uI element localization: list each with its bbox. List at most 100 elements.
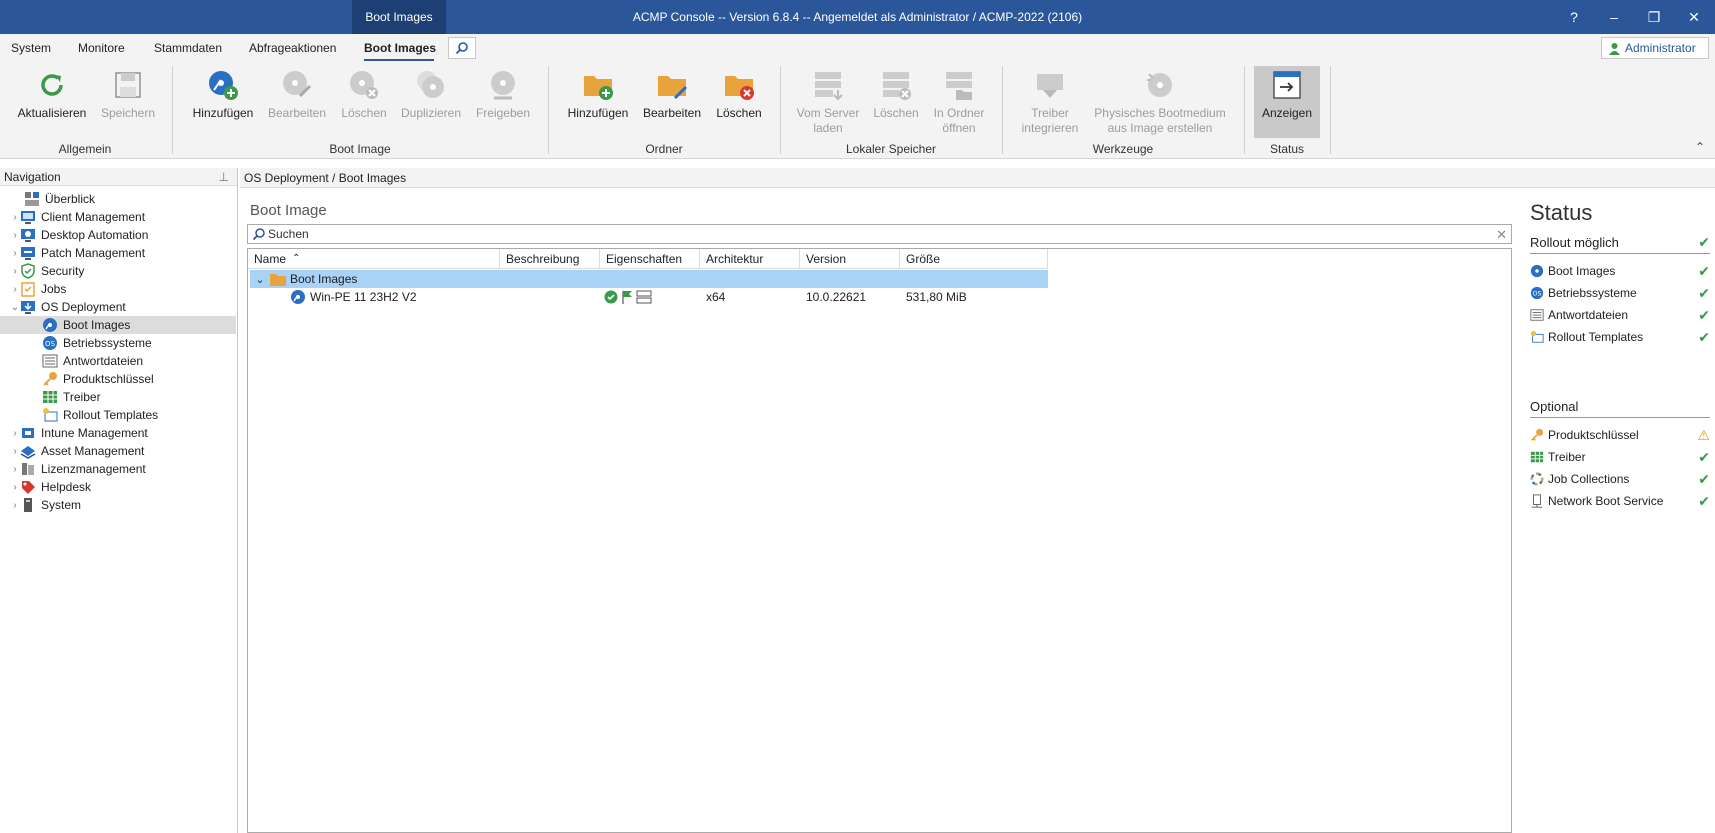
collapse-ribbon-icon[interactable]: ⌃ (1695, 140, 1705, 154)
chevron-right-icon[interactable]: › (10, 266, 20, 277)
nav-item-ueberblick[interactable]: Überblick (0, 190, 236, 208)
asset-icon (20, 446, 36, 459)
delete-folder-button[interactable]: Löschen (712, 66, 766, 138)
column-header-groesse[interactable]: Größe (900, 249, 1048, 269)
menu-stammdaten[interactable]: Stammdaten (154, 41, 222, 55)
add-boot-image-button[interactable]: Hinzufügen (188, 66, 258, 138)
nav-item-helpdesk[interactable]: › Helpdesk (0, 478, 236, 496)
column-header-architektur[interactable]: Architektur (700, 249, 800, 269)
check-icon: ✔ (1698, 262, 1710, 279)
chevron-right-icon[interactable]: › (10, 500, 20, 511)
chevron-right-icon[interactable]: › (10, 446, 20, 457)
clear-search-icon[interactable]: ✕ (1496, 227, 1507, 243)
nav-item-asset-management[interactable]: › Asset Management (0, 442, 236, 460)
column-header-beschreibung[interactable]: Beschreibung (500, 249, 600, 269)
nav-item-patch-management[interactable]: › Patch Management (0, 244, 236, 262)
driver-icon (1530, 451, 1544, 463)
nav-item-produktschluessel[interactable]: Produktschlüssel (0, 370, 236, 388)
chevron-right-icon[interactable]: › (10, 482, 20, 493)
nav-item-client-management[interactable]: › Client Management (0, 208, 236, 226)
warning-icon: ⚠ (1697, 426, 1710, 443)
check-icon: ✔ (1698, 492, 1710, 509)
create-boot-media-button[interactable]: Physisches Bootmedium aus Image erstelle… (1092, 66, 1228, 138)
chevron-right-icon[interactable]: › (10, 464, 20, 475)
ribbon-separator (1244, 66, 1245, 154)
show-status-button[interactable]: Anzeigen (1254, 66, 1320, 138)
column-header-eigenschaften[interactable]: Eigenschaften (600, 249, 700, 269)
help-button[interactable]: ? (1554, 0, 1594, 34)
status-item-treiber[interactable]: Treiber ✔ (1530, 446, 1710, 468)
nav-item-lizenzmanagement[interactable]: › Lizenzmanagement (0, 460, 236, 478)
integrate-drivers-button[interactable]: Treiber integrieren (1014, 66, 1086, 138)
delete-boot-image-button[interactable]: Löschen (336, 66, 392, 138)
delete-local-button[interactable]: Löschen (868, 66, 924, 138)
maximize-button[interactable]: ❐ (1634, 0, 1674, 34)
nav-item-boot-images[interactable]: Boot Images (0, 316, 236, 334)
key-icon (1531, 428, 1544, 441)
context-tab-boot-images[interactable]: Boot Images (352, 0, 446, 34)
nav-item-security[interactable]: › Security (0, 262, 236, 280)
status-item-boot-images[interactable]: Boot Images ✔ (1530, 260, 1710, 282)
column-header-name[interactable]: Name ⌃ (248, 249, 500, 269)
chevron-right-icon[interactable]: › (10, 212, 20, 223)
nav-item-treiber[interactable]: Treiber (0, 388, 236, 406)
open-in-folder-button[interactable]: In Ordner öffnen (928, 66, 990, 138)
os-deployment-icon (21, 301, 35, 314)
answer-file-icon (1530, 309, 1544, 321)
nav-item-antwortdateien[interactable]: Antwortdateien (0, 352, 236, 370)
edit-folder-button[interactable]: Bearbeiten (638, 66, 706, 138)
status-item-betriebssysteme[interactable]: OS Betriebssysteme ✔ (1530, 282, 1710, 304)
user-button[interactable]: Administrator (1601, 37, 1709, 59)
disc-edit-icon (283, 71, 312, 98)
status-item-network-boot-service[interactable]: Network Boot Service ✔ (1530, 490, 1710, 512)
menu-monitore[interactable]: Monitore (78, 41, 125, 55)
nav-item-desktop-automation[interactable]: › Desktop Automation (0, 226, 236, 244)
menu-search-button[interactable] (448, 37, 476, 59)
chevron-right-icon[interactable]: › (10, 284, 20, 295)
menu-abfrageaktionen[interactable]: Abfrageaktionen (249, 41, 336, 55)
table-row[interactable]: Win-PE 11 23H2 V2 x64 10.0.22621 531,80 … (248, 288, 1048, 306)
chevron-right-icon[interactable]: › (10, 248, 20, 259)
system-tower-icon (24, 498, 32, 512)
nav-item-intune-management[interactable]: › Intune Management (0, 424, 236, 442)
nav-item-system[interactable]: › System (0, 496, 236, 514)
folder-icon (270, 274, 286, 286)
column-header-version[interactable]: Version (800, 249, 900, 269)
row-version: 10.0.22621 (806, 290, 867, 304)
pin-icon[interactable]: ⊥ (219, 170, 229, 184)
status-item-antwortdateien[interactable]: Antwortdateien ✔ (1530, 304, 1710, 326)
menu-system[interactable]: System (11, 41, 51, 55)
disc-delete-icon (350, 71, 378, 99)
chevron-right-icon[interactable]: › (10, 230, 20, 241)
window-title: ACMP Console -- Version 6.8.4 -- Angemel… (632, 10, 1083, 24)
status-item-produktschluessel[interactable]: Produktschlüssel ⚠ (1530, 424, 1710, 446)
server-delete-icon (883, 72, 911, 100)
tree-row-folder[interactable]: ⌄ Boot Images (250, 270, 1048, 288)
driver-icon (43, 391, 57, 403)
chevron-down-icon[interactable]: ⌄ (10, 302, 20, 313)
refresh-button[interactable]: Aktualisieren (14, 66, 90, 138)
nav-item-os-deployment[interactable]: ⌄ OS Deployment (0, 298, 236, 316)
optional-heading: Optional (1530, 396, 1710, 418)
search-input[interactable]: Suchen ✕ (247, 224, 1512, 244)
edit-boot-image-button[interactable]: Bearbeiten (264, 66, 330, 138)
nav-item-jobs[interactable]: › Jobs (0, 280, 236, 298)
add-folder-button[interactable]: Hinzufügen (564, 66, 632, 138)
active-tab-indicator (364, 59, 434, 61)
row-name: Win-PE 11 23H2 V2 (310, 290, 417, 304)
chevron-down-icon[interactable]: ⌄ (250, 273, 270, 286)
chevron-right-icon[interactable]: › (10, 428, 20, 439)
nav-item-rollout-templates[interactable]: Rollout Templates (0, 406, 236, 424)
window-arrow-icon (1273, 71, 1301, 99)
nav-item-betriebssysteme[interactable]: OS Betriebssysteme (0, 334, 236, 352)
minimize-button[interactable]: – (1594, 0, 1634, 34)
release-boot-image-button[interactable]: Freigeben (470, 66, 536, 138)
status-item-rollout-templates[interactable]: Rollout Templates ✔ (1530, 326, 1710, 348)
save-button[interactable]: Speichern (96, 66, 160, 138)
duplicate-boot-image-button[interactable]: Duplizieren (398, 66, 464, 138)
refresh-icon (41, 74, 63, 96)
close-button[interactable]: ✕ (1674, 0, 1714, 34)
status-item-job-collections[interactable]: Job Collections ✔ (1530, 468, 1710, 490)
load-from-server-button[interactable]: Vom Server laden (792, 66, 864, 138)
menu-boot-images[interactable]: Boot Images (364, 41, 436, 55)
